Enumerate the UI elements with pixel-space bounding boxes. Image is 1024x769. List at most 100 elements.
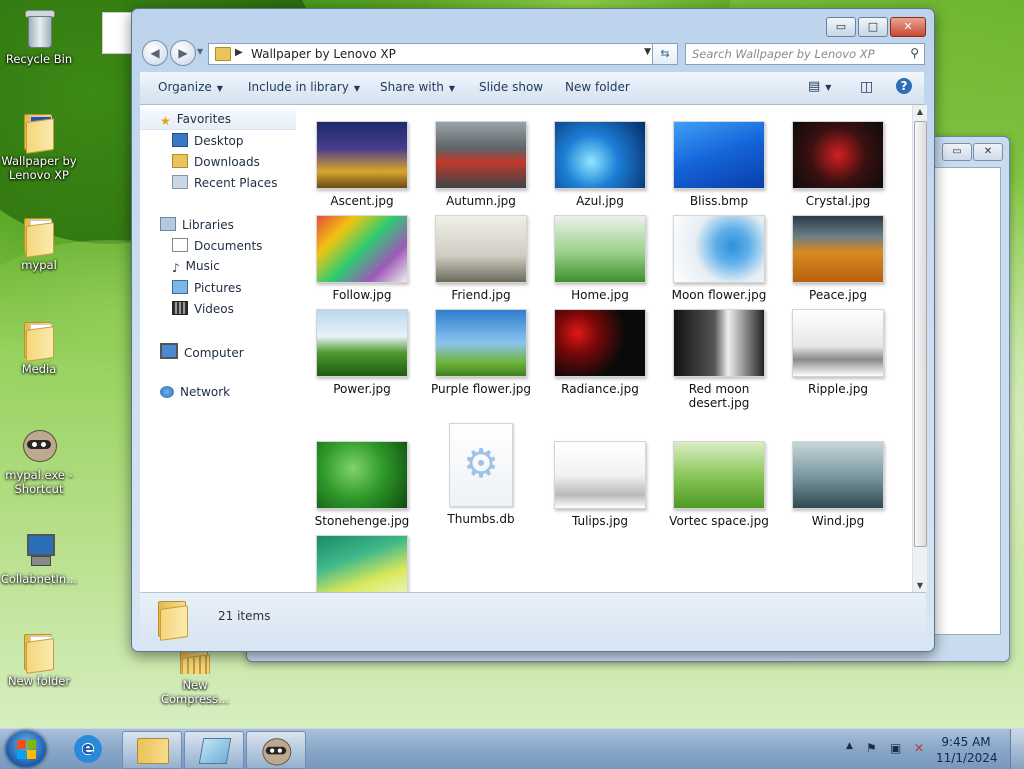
chevron-down-icon: ▼ bbox=[216, 84, 223, 93]
file-name: Ascent.jpg bbox=[330, 194, 394, 208]
volume-muted-icon[interactable]: ✕ bbox=[914, 741, 924, 755]
file-item[interactable]: Ascent.jpg bbox=[306, 121, 418, 208]
clock[interactable]: 9:45 AM 11/1/2024 bbox=[936, 734, 998, 766]
desktop-icon-recycle-bin[interactable]: Recycle Bin bbox=[0, 8, 80, 66]
desktop-icon bbox=[172, 133, 188, 147]
preview-pane-icon[interactable]: ◫ bbox=[860, 79, 873, 95]
file-name: Vortec space.jpg bbox=[669, 514, 769, 528]
scroll-up-arrow[interactable]: ▲ bbox=[913, 107, 927, 116]
nav-pictures[interactable]: Pictures bbox=[172, 280, 242, 295]
file-item[interactable]: Autumn.jpg bbox=[425, 121, 537, 208]
show-hidden-icons-arrow[interactable]: ▲ bbox=[846, 741, 853, 751]
share-with-menu[interactable]: Share with ▼ bbox=[380, 80, 455, 94]
file-item[interactable]: Tulips.jpg bbox=[544, 441, 656, 528]
help-icon[interactable]: ? bbox=[896, 78, 912, 94]
recent-places-icon bbox=[172, 175, 188, 189]
desktop-icon-wallpaper-folder[interactable]: Wallpaper by Lenovo XP bbox=[0, 112, 80, 182]
file-thumbnail bbox=[792, 309, 884, 377]
file-item[interactable]: Radiance.jpg bbox=[544, 309, 656, 396]
file-thumbnail bbox=[316, 121, 408, 189]
breadcrumb-arrow-icon[interactable]: ▶ bbox=[235, 47, 243, 58]
gear-icon: ⚙ bbox=[463, 441, 499, 487]
back-button[interactable]: ◀ bbox=[142, 40, 168, 66]
taskbar-app-button[interactable] bbox=[184, 731, 244, 769]
search-placeholder: Search Wallpaper by Lenovo XP bbox=[692, 47, 875, 61]
file-item[interactable]: Red moon desert.jpg bbox=[663, 309, 775, 410]
file-thumbnail bbox=[554, 309, 646, 377]
file-item[interactable]: ⚙ Thumbs.db bbox=[425, 423, 537, 526]
music-icon: ♪ bbox=[172, 261, 180, 275]
file-item[interactable]: Power.jpg bbox=[306, 309, 418, 396]
file-thumbnail bbox=[435, 121, 527, 189]
file-item[interactable] bbox=[306, 535, 418, 592]
view-options-icon[interactable]: ▤ ▼ bbox=[808, 79, 831, 94]
item-count: 21 items bbox=[218, 609, 271, 623]
file-item[interactable]: Moon flower.jpg bbox=[663, 215, 775, 302]
desktop-icon-new-compressed[interactable]: New Compress... bbox=[154, 648, 236, 706]
internet-explorer-icon[interactable]: e bbox=[74, 735, 102, 763]
show-desktop-button[interactable] bbox=[1010, 729, 1024, 769]
downloads-icon bbox=[172, 154, 188, 168]
search-input[interactable]: Search Wallpaper by Lenovo XP ⚲ bbox=[685, 43, 925, 65]
close-button[interactable]: ✕ bbox=[890, 17, 926, 37]
taskbar-explorer-button[interactable] bbox=[122, 731, 182, 769]
file-item[interactable]: Stonehenge.jpg bbox=[306, 441, 418, 528]
file-thumbnail bbox=[435, 309, 527, 377]
file-name: Peace.jpg bbox=[809, 288, 867, 302]
file-item[interactable]: Peace.jpg bbox=[782, 215, 894, 302]
minimize-button[interactable]: ▭ bbox=[826, 17, 856, 37]
partial-desktop-file-icon[interactable] bbox=[102, 12, 134, 54]
desktop-icon-mypal-shortcut[interactable]: mypal.exe - Shortcut bbox=[0, 426, 80, 496]
nav-downloads[interactable]: Downloads bbox=[172, 154, 260, 169]
taskbar-mypal-button[interactable] bbox=[246, 731, 306, 769]
back-window-close-button[interactable]: ✕ bbox=[973, 143, 1003, 161]
nav-libraries[interactable]: Libraries bbox=[160, 217, 234, 232]
desktop-icon-new-folder[interactable]: New folder bbox=[0, 632, 80, 688]
nav-documents[interactable]: Documents bbox=[172, 238, 262, 253]
address-bar[interactable]: ▶ Wallpaper by Lenovo XP ▼ bbox=[208, 43, 656, 65]
history-dropdown-icon[interactable]: ▼ bbox=[197, 47, 203, 56]
file-item[interactable]: Purple flower.jpg bbox=[425, 309, 537, 396]
action-center-flag-icon[interactable]: ⚑ bbox=[866, 741, 877, 755]
folder-icon bbox=[22, 112, 56, 154]
file-item[interactable]: Home.jpg bbox=[544, 215, 656, 302]
file-item[interactable]: Wind.jpg bbox=[782, 441, 894, 528]
scroll-thumb[interactable] bbox=[914, 121, 927, 547]
file-thumbnail bbox=[554, 121, 646, 189]
vertical-scrollbar[interactable]: ▲ ▼ bbox=[912, 105, 927, 592]
file-item[interactable]: Friend.jpg bbox=[425, 215, 537, 302]
nav-favorites[interactable]: ★ Favorites bbox=[160, 112, 231, 128]
file-item[interactable]: Crystal.jpg bbox=[782, 121, 894, 208]
file-item[interactable]: Vortec space.jpg bbox=[663, 441, 775, 528]
slide-show-button[interactable]: Slide show bbox=[479, 80, 543, 94]
refresh-button[interactable]: ⇆ bbox=[652, 43, 678, 65]
file-item[interactable]: Follow.jpg bbox=[306, 215, 418, 302]
desktop-icon-label: Wallpaper by Lenovo XP bbox=[1, 154, 77, 182]
maximize-button[interactable]: □ bbox=[858, 17, 888, 37]
file-item[interactable]: Bliss.bmp bbox=[663, 121, 775, 208]
start-button[interactable] bbox=[6, 731, 46, 767]
back-window-restore-button[interactable]: ▭ bbox=[942, 143, 972, 161]
desktop-icon-mypal[interactable]: mypal bbox=[0, 216, 80, 272]
nav-recent-places[interactable]: Recent Places bbox=[172, 175, 277, 190]
explorer-window[interactable]: ▭ □ ✕ ◀ ▶ ▼ ▶ Wallpaper by Lenovo XP ▼ ⇆… bbox=[131, 8, 935, 652]
file-item[interactable]: Azul.jpg bbox=[544, 121, 656, 208]
desktop-icon-label: New Compress... bbox=[160, 678, 230, 706]
desktop-icon-collabnet[interactable]: CollabnetIn... bbox=[0, 530, 80, 586]
nav-desktop[interactable]: Desktop bbox=[172, 133, 244, 148]
file-name: Radiance.jpg bbox=[561, 382, 639, 396]
network-tray-icon[interactable]: ▣ bbox=[890, 741, 901, 755]
address-dropdown-icon[interactable]: ▼ bbox=[644, 47, 651, 57]
nav-computer[interactable]: Computer bbox=[160, 343, 244, 360]
include-in-library-menu[interactable]: Include in library ▼ bbox=[248, 80, 360, 94]
nav-network[interactable]: Network bbox=[160, 385, 230, 399]
forward-button[interactable]: ▶ bbox=[170, 40, 196, 66]
file-item[interactable]: Ripple.jpg bbox=[782, 309, 894, 396]
search-icon[interactable]: ⚲ bbox=[910, 46, 919, 60]
organize-menu[interactable]: Organize ▼ bbox=[158, 80, 223, 94]
scroll-down-arrow[interactable]: ▼ bbox=[913, 581, 927, 590]
new-folder-button[interactable]: New folder bbox=[565, 80, 630, 94]
desktop-icon-media[interactable]: Media bbox=[0, 320, 80, 376]
nav-music[interactable]: ♪ Music bbox=[172, 259, 220, 275]
nav-videos[interactable]: Videos bbox=[172, 301, 234, 316]
